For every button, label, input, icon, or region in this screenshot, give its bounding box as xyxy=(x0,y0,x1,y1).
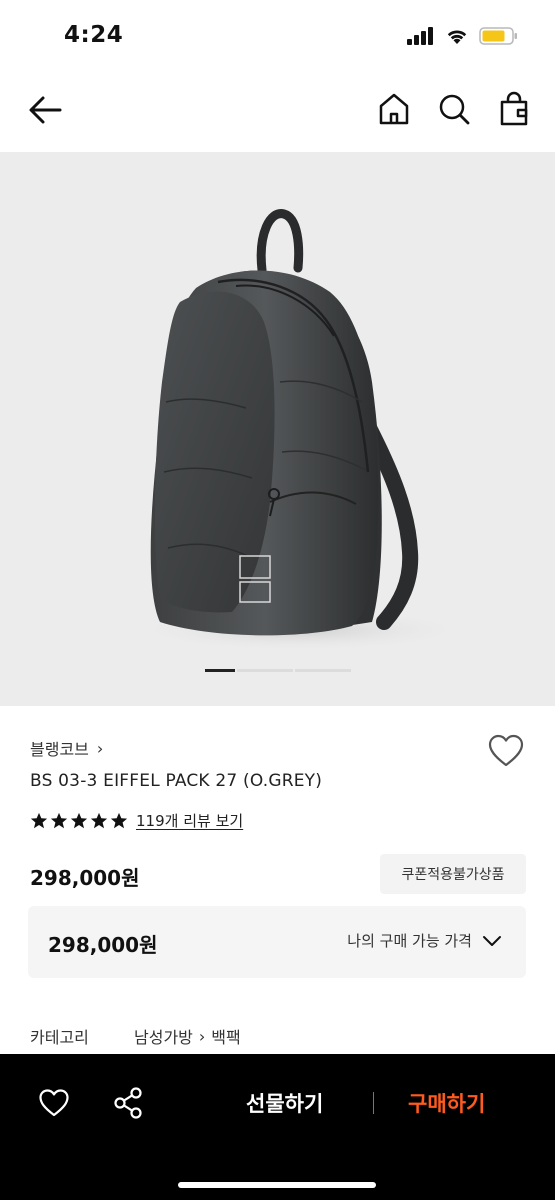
brand-name[interactable]: 블랭코브 xyxy=(30,736,89,760)
brand-link[interactable]: 블랭코브 › xyxy=(30,736,103,760)
divider xyxy=(373,1092,374,1114)
my-price-toggle[interactable]: 나의 구매 가능 가격 xyxy=(347,930,502,951)
category-level-2[interactable]: 백팩 xyxy=(211,1024,240,1048)
product-image-gallery[interactable] xyxy=(0,152,555,706)
carousel-indicator xyxy=(205,669,351,672)
heart-icon[interactable] xyxy=(488,734,524,768)
wifi-icon xyxy=(447,30,467,44)
buy-button[interactable]: 구매하기 xyxy=(408,1088,485,1118)
gift-button[interactable]: 선물하기 xyxy=(246,1088,323,1118)
review-link[interactable]: 119개 리뷰 보기 xyxy=(136,810,243,831)
signal-icon xyxy=(407,27,433,45)
product-title: BS 03-3 EIFFEL PACK 27 (O.GREY) xyxy=(30,771,323,791)
chevron-down-icon xyxy=(483,935,501,946)
home-indicator xyxy=(178,1182,376,1188)
battery-icon xyxy=(479,27,517,45)
status-time: 4:24 xyxy=(64,22,124,48)
backpack-photo xyxy=(130,209,470,672)
category-level-1[interactable]: 남성가방 xyxy=(134,1024,193,1048)
chevron-right-icon: › xyxy=(198,1026,206,1046)
star-icon xyxy=(30,812,48,828)
chevron-right-icon: › xyxy=(96,738,104,758)
home-icon[interactable] xyxy=(376,90,412,128)
category-path[interactable]: 남성가방 › 백팩 xyxy=(134,1024,241,1048)
my-price-label: 나의 구매 가능 가격 xyxy=(347,932,472,950)
shopping-bag-icon[interactable] xyxy=(496,90,532,128)
bottom-action-bar: 선물하기 구매하기 xyxy=(0,1054,555,1200)
product-price: 298,000원 xyxy=(30,866,140,890)
nav-bar xyxy=(0,76,555,144)
star-icon xyxy=(90,812,108,828)
category-row: 카테고리 남성가방 › 백팩 xyxy=(30,1024,241,1048)
status-icons xyxy=(407,26,519,46)
star-icon xyxy=(70,812,88,828)
rating-row: 119개 리뷰 보기 xyxy=(30,810,243,831)
category-key: 카테고리 xyxy=(30,1028,89,1047)
my-price-box[interactable]: 298,000원 나의 구매 가능 가격 xyxy=(28,906,526,978)
status-bar: 4:24 xyxy=(0,0,555,74)
coupon-badge: 쿠폰적용불가상품 xyxy=(380,854,526,894)
rating-stars xyxy=(30,812,128,830)
share-icon[interactable] xyxy=(112,1086,144,1120)
star-icon xyxy=(110,812,128,828)
back-arrow-icon[interactable] xyxy=(26,92,66,128)
heart-icon[interactable] xyxy=(38,1088,70,1118)
my-price-value: 298,000원 xyxy=(48,933,158,957)
star-icon xyxy=(50,812,68,828)
search-icon[interactable] xyxy=(436,90,472,128)
